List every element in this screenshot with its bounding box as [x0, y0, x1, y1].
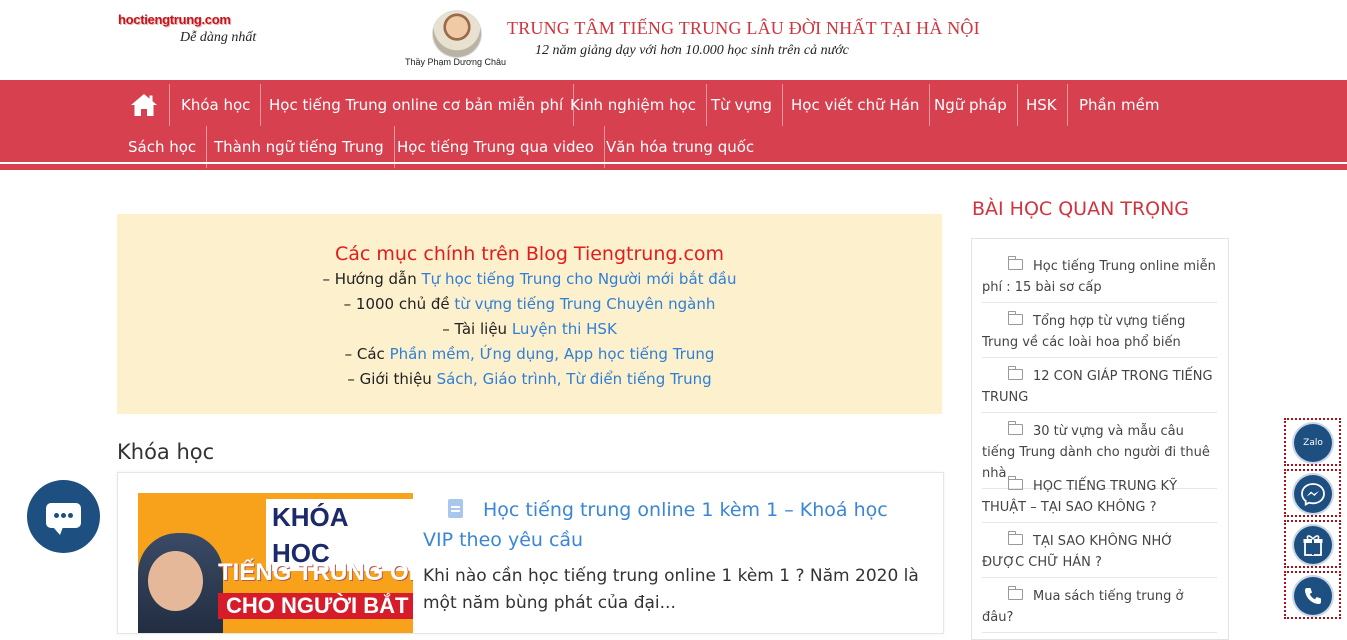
notice-line-prefix: – Tài liệu	[442, 320, 512, 338]
home-icon	[130, 94, 157, 116]
post-excerpt: Khi nào cần học tiếng trung online 1 kèm…	[423, 566, 919, 613]
notice-line: – 1000 chủ đề từ vựng tiếng Trung Chuyên…	[117, 292, 942, 317]
nav-item-phan-mem[interactable]: Phần mềm	[1069, 84, 1169, 126]
folder-icon	[1008, 311, 1023, 325]
phone-button[interactable]	[1284, 571, 1341, 619]
site-slogan: Dễ dàng nhất	[180, 30, 257, 45]
nav-item-hsk[interactable]: HSK	[1016, 84, 1068, 126]
nav-item-tu-vung[interactable]: Từ vựng	[701, 84, 783, 126]
thumbnail-text: CHO NGƯỜI BẮT ĐẦU	[218, 593, 413, 619]
sidebar-item[interactable]: Học tiếng Trung online miễn phí : 15 bài…	[982, 256, 1217, 303]
sidebar-item[interactable]: HỌC TIẾNG TRUNG KỸ THUẬT – TẠI SAO KHÔNG…	[982, 476, 1217, 523]
notice-line: – Giới thiệu Sách, Giáo trình, Từ điển t…	[117, 367, 942, 392]
notice-line-prefix: – 1000 chủ đề	[343, 295, 455, 313]
folder-icon	[1008, 256, 1023, 270]
folder-icon	[1008, 586, 1023, 600]
nav-divider	[0, 162, 1347, 164]
document-icon	[448, 499, 463, 518]
nav-item-kinh-nghiem[interactable]: Kinh nghiệm học	[560, 84, 708, 126]
folder-icon	[1008, 531, 1023, 545]
notice-line-prefix: – Hướng dẫn	[322, 270, 422, 288]
notice-link-vocabulary[interactable]: từ vựng tiếng Trung Chuyên ngành	[454, 295, 715, 313]
post-card: KHÓA HỌC TIẾNG TRUNG ONLINE CHO NGƯỜI BẮ…	[117, 472, 944, 634]
notice-line-prefix: – Giới thiệu	[347, 370, 437, 388]
chat-widget-button[interactable]	[27, 480, 100, 553]
zalo-button[interactable]: Zalo	[1284, 418, 1341, 466]
blog-sections-notice: Các mục chính trên Blog Tiengtrung.com –…	[117, 214, 942, 414]
notice-line: – Các Phần mềm, Ứng dụng, App học tiếng …	[117, 342, 942, 367]
messenger-button[interactable]	[1284, 469, 1341, 517]
notice-title: Các mục chính trên Blog Tiengtrung.com	[334, 243, 725, 265]
sidebar-list: Học tiếng Trung online miễn phí : 15 bài…	[971, 238, 1229, 640]
main-navigation: Khóa học Học tiếng Trung online cơ bản m…	[0, 80, 1347, 170]
thumbnail-text: TIẾNG TRUNG ONLINE	[218, 559, 413, 586]
nav-item-khoa-hoc[interactable]: Khóa học	[171, 84, 262, 126]
chat-icon	[46, 503, 81, 535]
sidebar-item[interactable]: Mua sách tiếng trung ở đâu?	[982, 586, 1217, 633]
teacher-name: Thầy Phạm Dương Châu	[405, 57, 506, 67]
sidebar-title: BÀI HỌC QUAN TRỌNG	[972, 198, 1190, 220]
phone-icon	[1294, 577, 1332, 615]
site-header: hoctiengtrung.com Dễ dàng nhất Thầy Phạm…	[0, 0, 1347, 80]
notice-link-hsk[interactable]: Luyện thi HSK	[512, 320, 617, 338]
nav-home[interactable]	[118, 84, 170, 126]
notice-link-books[interactable]: Sách, Giáo trình, Từ điển tiếng Trung	[437, 370, 712, 388]
folder-icon	[1008, 366, 1023, 380]
sidebar-item[interactable]: 12 CON GIÁP TRONG TIẾNG TRUNG	[982, 366, 1217, 413]
folder-icon	[1008, 421, 1023, 435]
site-logo[interactable]: hoctiengtrung.com	[118, 12, 231, 27]
post-thumbnail[interactable]: KHÓA HỌC TIẾNG TRUNG ONLINE CHO NGƯỜI BẮ…	[138, 493, 413, 633]
thumbnail-person	[138, 533, 223, 633]
zalo-icon: Zalo	[1294, 424, 1332, 462]
notice-line: – Hướng dẫn Tự học tiếng Trung cho Người…	[117, 267, 942, 292]
section-heading: Khóa học	[117, 440, 215, 464]
notice-line-prefix: – Các	[344, 345, 390, 363]
nav-item-hoc-online[interactable]: Học tiếng Trung online cơ bản miễn phí	[259, 84, 575, 126]
post-title-link[interactable]: Học tiếng trung online 1 kèm 1 – Khoá họ…	[423, 495, 923, 555]
notice-line: – Tài liệu Luyện thi HSK	[117, 317, 942, 342]
nav-item-ngu-phap[interactable]: Ngữ pháp	[924, 84, 1018, 126]
nav-item-chu-han[interactable]: Học viết chữ Hán	[781, 84, 931, 126]
teacher-photo	[432, 10, 482, 58]
sidebar-item[interactable]: TẠI SAO KHÔNG NHỚ ĐƯỢC CHỮ HÁN ?	[982, 531, 1217, 578]
sidebar-item[interactable]: Tổng hợp từ vựng tiếng Trung về các loài…	[982, 311, 1217, 358]
messenger-icon	[1294, 475, 1332, 513]
folder-icon	[1008, 476, 1023, 490]
notice-link-software[interactable]: Phần mềm, Ứng dụng, App học tiếng Trung	[390, 345, 715, 363]
gift-icon	[1294, 526, 1332, 564]
banner-subtitle: 12 năm giảng dạy với hơn 10.000 học sinh…	[535, 43, 849, 58]
gift-button[interactable]	[1284, 520, 1341, 568]
notice-link-beginner[interactable]: Tự học tiếng Trung cho Người mới bắt đầu	[422, 270, 737, 288]
banner-title: TRUNG TÂM TIẾNG TRUNG LÂU ĐỜI NHẤT TẠI H…	[507, 18, 980, 38]
